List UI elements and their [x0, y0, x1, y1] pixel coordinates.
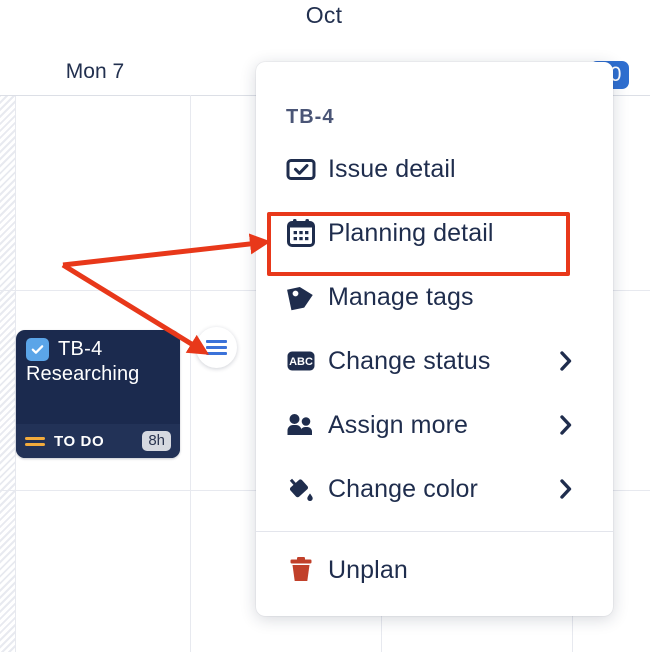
- day-column-header-mon[interactable]: Mon 7: [0, 48, 190, 95]
- event-estimate-badge: 8h: [142, 431, 171, 451]
- event-card-footer: TO DO 8h: [16, 424, 180, 458]
- chevron-right-icon: [559, 478, 595, 500]
- menu-item-label: Planning detail: [328, 218, 494, 247]
- calendar-event-card[interactable]: TB-4 Researching TO DO 8h: [16, 330, 180, 458]
- issue-check-icon: [286, 157, 320, 181]
- event-issue-key: TB-4: [58, 338, 103, 360]
- menu-item-label: Unplan: [328, 555, 408, 584]
- calendar-icon: [286, 218, 320, 248]
- event-card-body: TB-4 Researching: [16, 330, 180, 386]
- day-number-label: 7: [112, 60, 125, 83]
- svg-text:ABC: ABC: [289, 356, 313, 368]
- menu-item-label: Assign more: [328, 410, 469, 439]
- menu-item-manage-tags[interactable]: Manage tags: [256, 265, 613, 329]
- month-name: Oct: [305, 2, 343, 28]
- menu-item-label: Change color: [328, 474, 478, 503]
- abc-badge-icon: ABC: [286, 349, 320, 373]
- event-actions-button[interactable]: [196, 327, 237, 368]
- non-working-hours-gutter: [0, 95, 15, 652]
- grid-vline: [190, 95, 191, 652]
- menu-item-assign-more[interactable]: Assign more: [256, 393, 613, 457]
- menu-item-label: Change status: [328, 346, 491, 375]
- tag-icon: [286, 283, 320, 311]
- menu-item-unplan[interactable]: Unplan: [256, 538, 613, 602]
- menu-item-change-color[interactable]: Change color: [256, 457, 613, 521]
- event-title-row: TB-4: [26, 338, 170, 361]
- paint-bucket-icon: [286, 475, 320, 503]
- event-context-menu[interactable]: TB-4 Issue detail Planning detail Manage…: [256, 62, 613, 616]
- context-menu-list: Issue detail Planning detail Manage tags…: [256, 137, 613, 531]
- chevron-right-icon: [559, 350, 595, 372]
- checkbox-checked-icon[interactable]: [26, 338, 49, 361]
- planner-calendar-screen: Oct Mon 7 Tue 8 Wed 9 Thu 10: [0, 0, 650, 652]
- menu-item-issue-detail[interactable]: Issue detail: [256, 137, 613, 201]
- context-menu-footer: Unplan: [256, 532, 613, 616]
- hamburger-menu-icon: [206, 337, 227, 358]
- day-weekday-label: Mon: [65, 60, 107, 83]
- month-label: Oct: [0, 2, 650, 29]
- chevron-right-icon: [559, 414, 595, 436]
- menu-item-label: Manage tags: [328, 282, 474, 311]
- trash-icon: [286, 555, 320, 585]
- priority-bars-icon: [25, 434, 45, 449]
- event-summary: Researching: [26, 363, 140, 385]
- menu-item-planning-detail[interactable]: Planning detail: [256, 201, 613, 265]
- event-status-label: TO DO: [54, 432, 105, 450]
- menu-item-label: Issue detail: [328, 154, 456, 183]
- context-menu-header: TB-4: [286, 106, 335, 128]
- people-icon: [286, 412, 320, 438]
- menu-item-change-status[interactable]: ABC Change status: [256, 329, 613, 393]
